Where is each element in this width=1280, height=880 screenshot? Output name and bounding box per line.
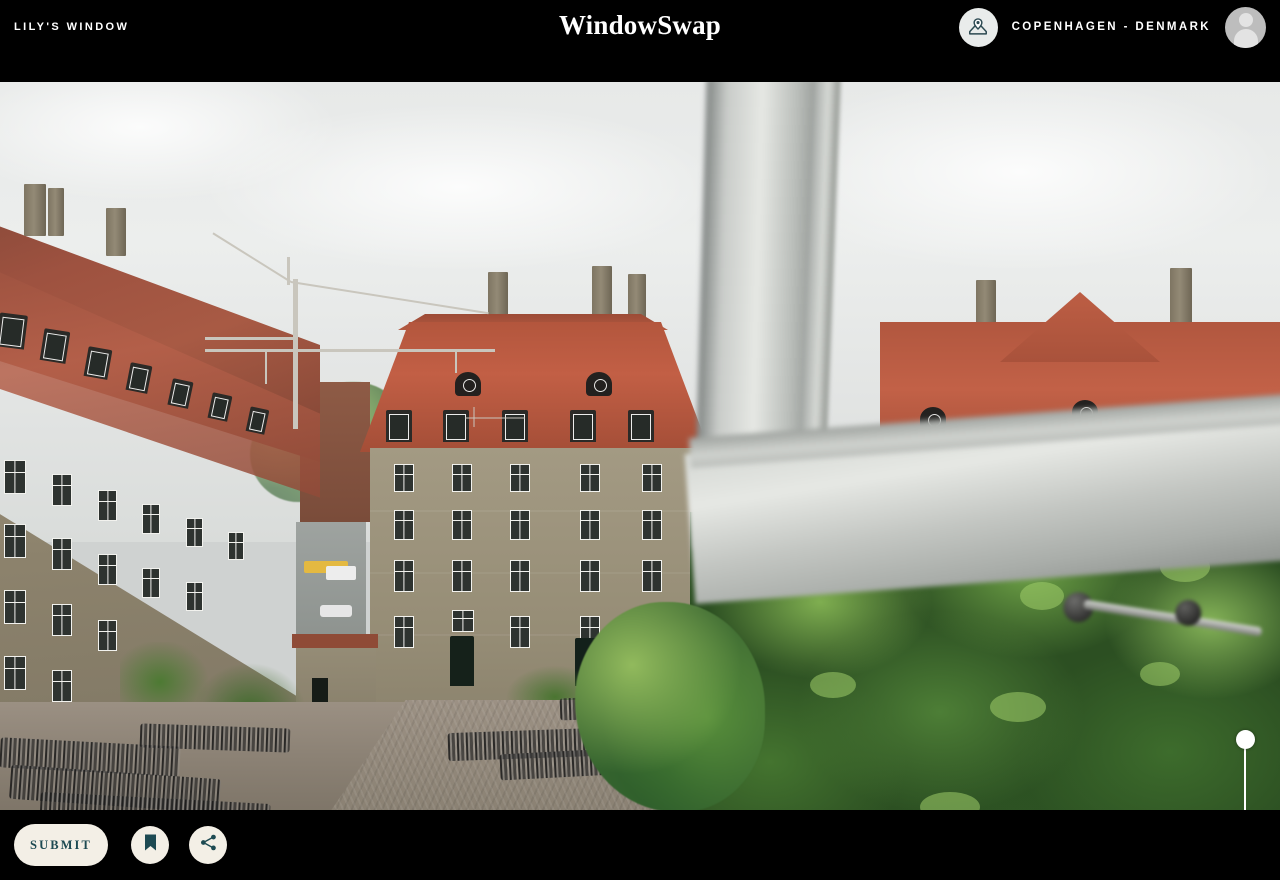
facade-window bbox=[4, 460, 26, 494]
facade-window bbox=[394, 510, 414, 540]
facade-window bbox=[4, 656, 26, 690]
tree-left-of-right-mass bbox=[575, 602, 765, 810]
facade-window bbox=[642, 464, 662, 492]
white-car bbox=[320, 605, 352, 617]
dormer-window bbox=[0, 312, 28, 350]
share-button[interactable] bbox=[189, 826, 227, 864]
facade-window bbox=[98, 620, 117, 651]
construction-crane bbox=[205, 232, 525, 432]
top-header-bar: LILY'S WINDOW WindowSwap COPENHAGEN - DE… bbox=[0, 0, 1280, 82]
location-label: COPENHAGEN - DENMARK bbox=[1011, 21, 1211, 33]
chimney bbox=[106, 208, 126, 256]
facade-window bbox=[394, 616, 414, 648]
dormer-pane bbox=[631, 414, 651, 440]
street-gap bbox=[296, 522, 366, 652]
facade-window bbox=[228, 532, 244, 560]
facade-window bbox=[186, 582, 203, 611]
avatar-body bbox=[1233, 28, 1258, 48]
facade-window bbox=[452, 464, 472, 492]
dormer-pane bbox=[170, 382, 190, 407]
facade-window bbox=[98, 554, 117, 585]
facade-window bbox=[580, 560, 600, 592]
dormer-window bbox=[570, 410, 596, 442]
dormer-pane bbox=[42, 332, 67, 362]
facade-window bbox=[98, 490, 117, 521]
chimney bbox=[24, 184, 46, 236]
dormer-window bbox=[628, 410, 654, 442]
facade-window bbox=[394, 560, 414, 592]
facade-window bbox=[642, 510, 662, 540]
facade-window bbox=[4, 590, 26, 624]
oval-dormer-window bbox=[586, 372, 612, 396]
bottom-toolbar: SUBMIT Open a new window somewh bbox=[0, 810, 1280, 880]
map-pin-icon[interactable] bbox=[958, 7, 998, 47]
facade-window bbox=[452, 610, 474, 632]
dormer-window bbox=[39, 328, 71, 364]
bookmark-icon bbox=[142, 833, 159, 857]
facade-window bbox=[510, 510, 530, 540]
facade-window bbox=[52, 538, 72, 570]
facade-window bbox=[452, 510, 472, 540]
entrance-door bbox=[450, 636, 474, 686]
dormer-window bbox=[502, 410, 528, 442]
facade-window bbox=[580, 510, 600, 540]
submit-button-label: SUBMIT bbox=[30, 837, 92, 852]
volume-slider-knob[interactable] bbox=[1236, 730, 1255, 749]
facade-window bbox=[642, 560, 662, 592]
video-stage[interactable] bbox=[0, 82, 1280, 810]
facade-window bbox=[186, 518, 203, 547]
chimney bbox=[1170, 268, 1192, 330]
facade-window bbox=[580, 464, 600, 492]
facade-window bbox=[52, 474, 72, 506]
facade-window bbox=[452, 560, 472, 592]
location-group: COPENHAGEN - DENMARK bbox=[958, 6, 1266, 48]
facade-window bbox=[510, 616, 530, 648]
submit-button[interactable]: SUBMIT bbox=[14, 824, 108, 866]
dormer-window bbox=[83, 346, 113, 380]
facade-window bbox=[52, 670, 72, 702]
share-icon bbox=[199, 833, 218, 857]
facade-window bbox=[4, 524, 26, 558]
avatar-head bbox=[1238, 12, 1253, 27]
chimney bbox=[48, 188, 64, 236]
facade-window bbox=[510, 560, 530, 592]
dormer-pane bbox=[86, 350, 109, 378]
dormer-pane bbox=[0, 316, 25, 348]
dormer-pane bbox=[128, 366, 149, 392]
facade-window bbox=[510, 464, 530, 492]
facade-window bbox=[142, 504, 160, 534]
facade-window bbox=[394, 464, 414, 492]
avatar[interactable] bbox=[1225, 6, 1266, 48]
dormer-pane bbox=[573, 414, 593, 440]
facade-window bbox=[52, 604, 72, 636]
white-van bbox=[326, 566, 356, 580]
bookmark-button[interactable] bbox=[131, 826, 169, 864]
windowswap-app: LILY'S WINDOW WindowSwap COPENHAGEN - DE… bbox=[0, 0, 1280, 880]
facade-window bbox=[142, 568, 160, 598]
